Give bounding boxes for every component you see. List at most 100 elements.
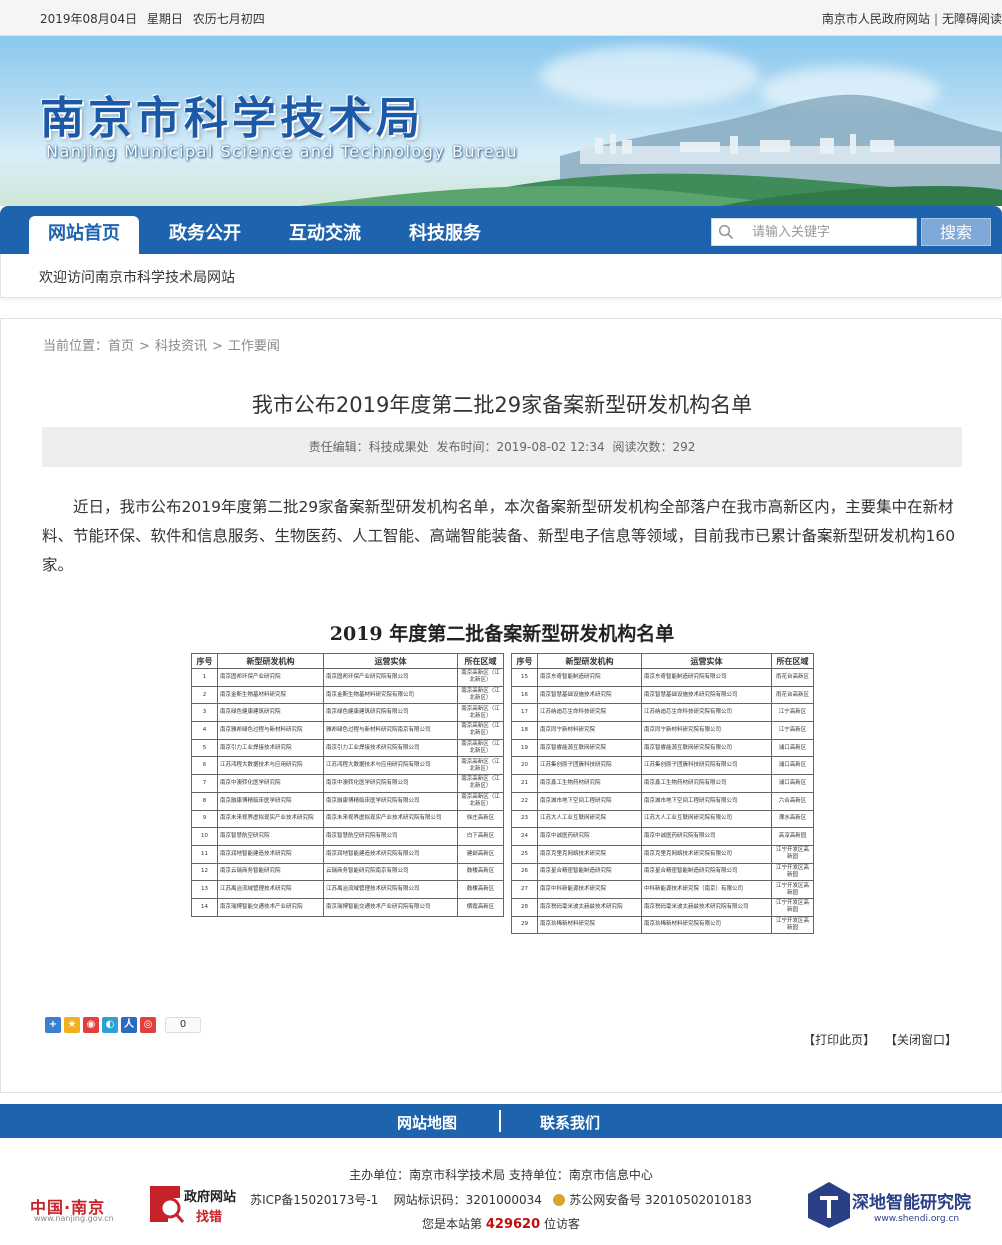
table-header-no: 序号 xyxy=(191,653,218,669)
nav-interaction[interactable]: 互动交流 xyxy=(270,216,380,254)
table-row: 4 南京雅邦绿色过程与新材料研究院 雅邦绿色过程与新材料研究院南京有限公司 南京高新区… xyxy=(191,721,504,740)
weekday-text: 星期日 xyxy=(146,12,183,26)
table-row: 10 南京智慧航空研究院 南京智慧航空研究院有限公司 白下高新区 xyxy=(191,827,504,846)
table-row: 1 南京固邦环保产业研究院 南京固邦环保产业研究院有限公司 南京高新区（江北新区） xyxy=(191,668,504,687)
cell-institution: 江苏集创原子团簇科技研究院 xyxy=(537,756,642,776)
gov-logo-bottom-text: 找错 xyxy=(196,1210,223,1225)
cell-operator: 南京城市地下空间工程研究院有限公司 xyxy=(641,791,772,811)
table-row: 24 南京中诚医药研究院 南京中诚医药研究院有限公司 高淳高新园 xyxy=(511,827,814,846)
cell-no: 24 xyxy=(511,827,538,846)
kaixin-icon[interactable]: ◎ xyxy=(140,1017,156,1033)
cell-no: 12 xyxy=(191,862,218,882)
cell-operator: 南京瑞博智能交通技术产业研究院有限公司 xyxy=(323,897,458,917)
table-row: 22 南京城市地下空间工程研究院 南京城市地下空间工程研究院有限公司 六合高新区 xyxy=(511,791,814,811)
article-panel: 当前位置：首页 > 科技资讯 > 工作要闻 我市公布2019年度第二批29家备案新型研发… xyxy=(0,318,1002,1093)
print-page-link[interactable]: 【打印此页】 xyxy=(803,1033,875,1047)
cell-no: 29 xyxy=(511,915,538,935)
cell-no: 22 xyxy=(511,791,538,811)
cell-operator: 南京智慧航空研究院有限公司 xyxy=(323,827,458,846)
cell-no: 23 xyxy=(511,809,538,829)
table-row: 8 南京融康博精临床医学研究院 南京融康博精临床医学研究院有限公司 南京高新区（江北新… xyxy=(191,791,504,811)
gov-site-link[interactable]: 南京市人民政府网站 xyxy=(822,12,930,26)
cell-no: 2 xyxy=(191,685,218,705)
cell-operator: 南京引力工业焊接技术研究院有限公司 xyxy=(323,738,458,758)
footer-nav: 网站地图 联系我们 xyxy=(0,1104,1002,1138)
share-plus-icon[interactable]: + xyxy=(45,1017,61,1033)
cell-operator: 南京智睿能源互联网研究院有限公司 xyxy=(641,738,772,758)
renren-icon[interactable]: 人 xyxy=(121,1017,137,1033)
cell-region: 江宁开发区高新园 xyxy=(771,915,814,935)
cell-region: 鼓楼高新区 xyxy=(457,862,504,882)
table-row: 25 南京克里克网络技术研究院 南京克里克网络技术研究院有限公司 江宁开发区高新园 xyxy=(511,844,814,864)
table-row: 9 南京未来视界虚拟现实产业技术研究院 南京未来视界虚拟现实产业技术研究院有限公司徐… xyxy=(191,809,504,829)
cell-no: 27 xyxy=(511,880,538,899)
cell-no: 15 xyxy=(511,668,538,687)
breadcrumb-work-news[interactable]: 工作要闻 xyxy=(228,339,280,354)
table-header-institution: 新型研发机构 xyxy=(217,653,324,669)
cell-no: 4 xyxy=(191,721,218,740)
cell-operator: 中科新能源技术研究院（南京）有限公司 xyxy=(641,880,772,899)
breadcrumb-separator: > xyxy=(211,339,223,354)
cell-region: 白下高新区 xyxy=(457,827,504,846)
cell-institution: 南京城市地下空间工程研究院 xyxy=(537,791,642,811)
cell-region: 南京高新区（江北新区） xyxy=(457,668,504,687)
table-row: 26 南京星合精密智能制造研究院 南京星合精密智能制造研究院有限公司 江宁开发区高新园 xyxy=(511,862,814,882)
cell-institution: 南京引力工业焊接技术研究院 xyxy=(217,738,324,758)
gov-site-error-report-logo[interactable]: 政府网站 找错 xyxy=(146,1182,246,1226)
footer-icp[interactable]: 苏ICP备15020173号-1 xyxy=(250,1193,378,1207)
cell-no: 16 xyxy=(511,685,538,705)
search-button[interactable]: 搜索 xyxy=(921,218,991,246)
document-title: 2019 年度第二批备案新型研发机构名单 xyxy=(329,623,675,645)
cell-no: 7 xyxy=(191,774,218,793)
tencent-weibo-icon[interactable]: ◐ xyxy=(102,1017,118,1033)
cell-institution: 南京玖稀新材料研究院 xyxy=(537,915,642,935)
cell-region: 南京高新区（江北新区） xyxy=(457,756,504,776)
cell-region: 六合高新区 xyxy=(771,791,814,811)
qzone-icon[interactable]: ★ xyxy=(64,1017,80,1033)
welcome-text: 欢迎访问南京市科学技术局网站 xyxy=(39,270,235,286)
search-icon xyxy=(718,224,734,240)
watermark-url: www.shendi.org.cn xyxy=(874,1214,960,1224)
cell-operator: 南京克里克网络技术研究院有限公司 xyxy=(641,844,772,864)
table-row: 14 南京瑞博智能交通技术产业研究院 南京瑞博智能交通技术产业研究院有限公司 栖霞高新… xyxy=(191,897,504,917)
cell-region: 江宁开发区高新园 xyxy=(771,880,814,899)
table-row: 2 南京金斯生物基材料研究院 南京金斯生物基材料研究院有限公司 南京高新区（江北新区） xyxy=(191,685,504,705)
visitor-prefix: 您是本站第 xyxy=(422,1217,483,1231)
nav-tech-services[interactable]: 科技服务 xyxy=(390,216,500,254)
footer-contact-link[interactable]: 联系我们 xyxy=(540,1112,600,1133)
cell-institution: 南京金斯生物基材料研究院 xyxy=(217,685,324,705)
table-row: 19 南京智睿能源互联网研究院 南京智睿能源互联网研究院有限公司 浦口高新区 xyxy=(511,738,814,758)
nav-gov-affairs[interactable]: 政务公开 xyxy=(150,216,260,254)
cell-institution: 南京鑫工生物药材研究院 xyxy=(537,774,642,793)
cell-no: 11 xyxy=(191,844,218,864)
lunar-date-text: 农历七月初四 xyxy=(192,12,265,26)
weibo-icon[interactable]: ◉ xyxy=(83,1017,99,1033)
institution-table-left: 序号 新型研发机构 运营实体 所在区域 1 南京固邦环保产业研究院 南京固邦环保产业… xyxy=(191,653,504,917)
breadcrumb-home[interactable]: 首页 xyxy=(108,339,134,354)
cell-no: 1 xyxy=(191,668,218,687)
footer-sitemap-link[interactable]: 网站地图 xyxy=(397,1112,457,1133)
nav-home[interactable]: 网站首页 xyxy=(29,216,139,254)
footer-police-record[interactable]: 苏公网安备号 32010502010183 xyxy=(569,1193,752,1207)
top-links: 南京市人民政府网站 | 无障碍阅读 xyxy=(822,10,1002,27)
table-row: 20 江苏集创原子团簇科技研究院 江苏集创原子团簇科技研究院有限公司 浦口高新区 xyxy=(511,756,814,776)
top-bar: 2019年08月04日 星期日 农历七月初四 南京市人民政府网站 | 无障碍阅读 xyxy=(0,0,1002,36)
institution-table-right: 序号 新型研发机构 运营实体 所在区域 15 南京东奇智能制造研究院 南京东奇智能制… xyxy=(511,653,814,935)
table-row: 11 南京润地智能建造技术研究院 南京润地智能建造技术研究院有限公司 建邺高新区 xyxy=(191,844,504,864)
cell-no: 18 xyxy=(511,721,538,740)
close-window-link[interactable]: 【关闭窗口】 xyxy=(885,1033,957,1047)
article-publish-time: 发布时间：2019-08-02 12:34 xyxy=(436,440,605,454)
cell-institution: 南京中澳转化医学研究院 xyxy=(217,774,324,793)
breadcrumb-tech-news[interactable]: 科技资讯 xyxy=(155,339,207,354)
accessibility-link[interactable]: 无障碍阅读 xyxy=(942,12,1002,26)
cell-institution: 南京克里克网络技术研究院 xyxy=(537,844,642,864)
cell-no: 25 xyxy=(511,844,538,864)
cell-no: 17 xyxy=(511,703,538,723)
cell-region: 高淳高新园 xyxy=(771,827,814,846)
cell-no: 26 xyxy=(511,862,538,882)
cell-no: 14 xyxy=(191,897,218,917)
cell-region: 浦口高新区 xyxy=(771,774,814,793)
site-title-cn: 南京市科学技术局 xyxy=(40,93,424,144)
search-input[interactable] xyxy=(752,222,912,242)
cell-operator: 江苏禹治流域管理技术研究院有限公司 xyxy=(323,880,458,899)
